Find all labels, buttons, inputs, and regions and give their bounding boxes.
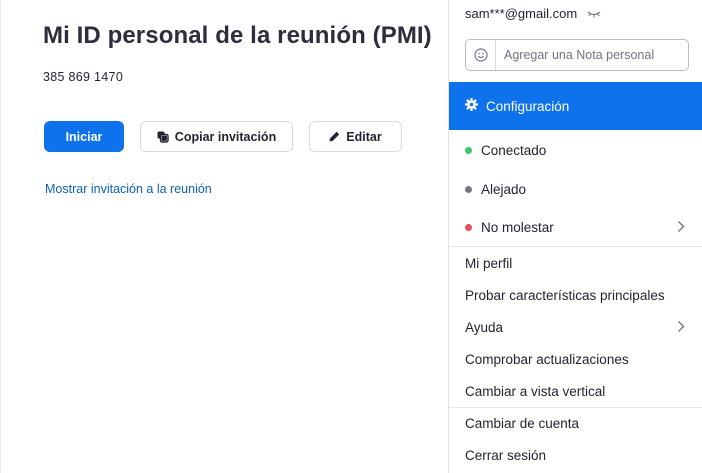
status-connected[interactable]: Conectado: [449, 135, 702, 165]
menu-item-label: Ayuda: [465, 319, 504, 335]
emoji-icon[interactable]: [466, 40, 496, 70]
copy-invitation-label: Copiar invitación: [174, 129, 277, 144]
edit-label: Editar: [346, 129, 382, 144]
copy-invitation-button[interactable]: Copiar invitación: [140, 121, 293, 152]
menu-item-label: Probar características principales: [465, 287, 665, 303]
status-label: Conectado: [481, 142, 547, 158]
menu-item-vertical-view[interactable]: Cambiar a vista vertical: [449, 376, 702, 406]
account-email-row: sam***@gmail.com: [465, 6, 601, 21]
meeting-id: 385 869 1470: [43, 70, 124, 84]
status-do-not-disturb[interactable]: No molestar: [449, 212, 702, 242]
chevron-right-icon: [677, 320, 685, 336]
menu-item-switch-account[interactable]: Cambiar de cuenta: [449, 408, 702, 438]
status-label: Alejado: [481, 181, 527, 197]
menu-item-label: Cerrar sesión: [465, 447, 547, 463]
personal-note-input[interactable]: [496, 40, 688, 70]
menu-item-label: Mi perfil: [465, 255, 513, 271]
menu-item-label: Cambiar de cuenta: [465, 415, 580, 431]
status-dot-icon: [465, 223, 472, 231]
menu-item-try-features[interactable]: Probar características principales: [449, 280, 702, 310]
menu-item-label: Comprobar actualizaciones: [465, 351, 629, 367]
pencil-icon: [329, 131, 340, 142]
menu-item-profile[interactable]: Mi perfil: [449, 248, 702, 278]
menu-item-help[interactable]: Ayuda: [449, 312, 702, 342]
settings-label: Configuración: [486, 98, 570, 114]
start-button-label: Iniciar: [65, 129, 103, 144]
show-invitation-link[interactable]: Mostrar invitación a la reunión: [45, 182, 212, 196]
menu-item-sign-out[interactable]: Cerrar sesión: [449, 440, 702, 470]
status-dot-icon: [465, 146, 472, 154]
account-menu: sam***@gmail.com Agregar una Nota person…: [448, 0, 702, 473]
start-button[interactable]: Iniciar: [44, 121, 124, 152]
menu-divider: [449, 246, 702, 247]
menu-item-check-updates[interactable]: Comprobar actualizaciones: [449, 344, 702, 374]
status-away[interactable]: Alejado: [449, 174, 702, 204]
meeting-panel: Mi ID personal de la reunión (PMI) 385 8…: [0, 0, 448, 473]
settings-menu-item[interactable]: Configuración: [449, 82, 702, 130]
status-label: No molestar: [481, 219, 554, 235]
account-email: sam***@gmail.com: [465, 6, 578, 21]
chevron-right-icon: [677, 220, 685, 236]
personal-note-box: [465, 39, 689, 71]
edit-button[interactable]: Editar: [309, 121, 402, 152]
away-clock-icon: [465, 185, 472, 193]
copy-icon: [157, 131, 169, 143]
gear-icon: [465, 98, 478, 114]
hidden-eye-icon[interactable]: [587, 6, 601, 21]
page-title: Mi ID personal de la reunión (PMI): [43, 22, 432, 49]
menu-item-label: Cambiar a vista vertical: [465, 383, 606, 399]
